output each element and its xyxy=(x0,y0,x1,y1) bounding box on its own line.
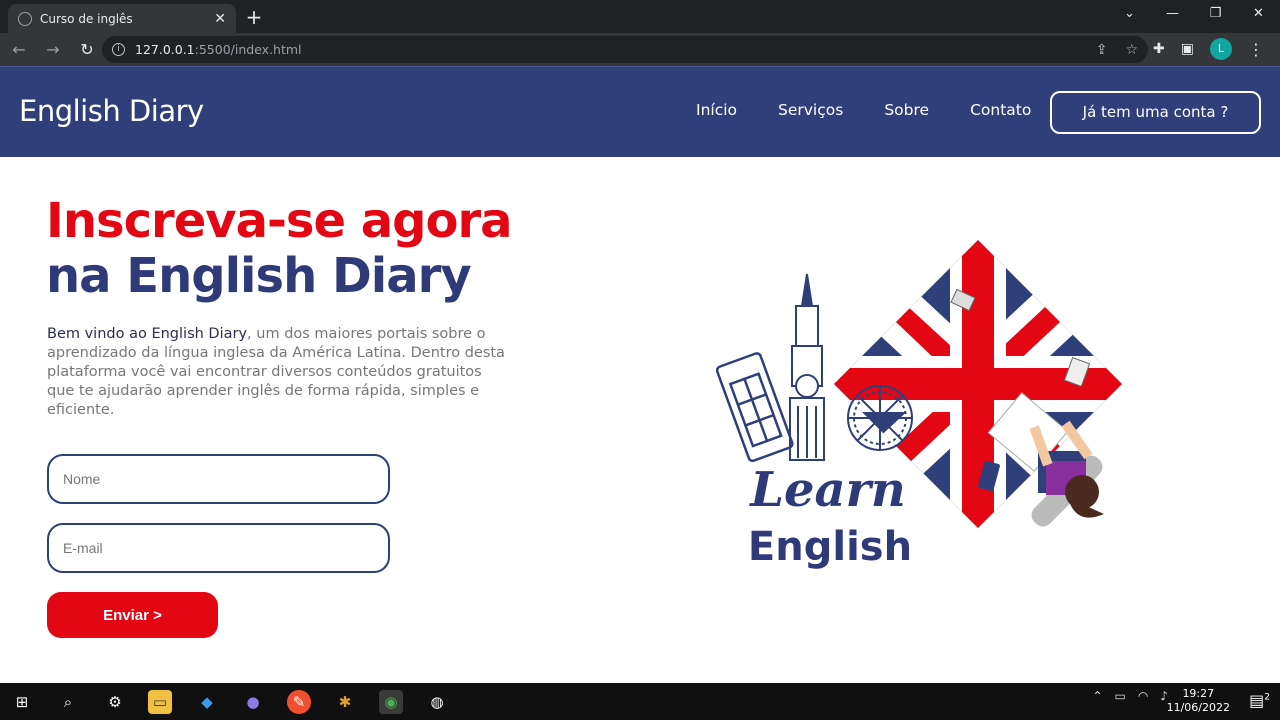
chevron-up-icon[interactable]: ⌃ xyxy=(1092,689,1102,703)
vscode-icon[interactable]: ◆ xyxy=(195,690,219,714)
browser-tab[interactable]: Curso de inglês ✕ xyxy=(8,4,236,33)
settings-icon[interactable]: ⚙ xyxy=(103,690,127,714)
windows-taskbar: ⊞ ⌕ ⚙ ▭ ◆ ● ✎ ✱ ◉ ◍ ⌃ ▭ ◠ ♪ 19:27 11/06/… xyxy=(0,683,1280,720)
recorder-icon[interactable]: ◍ xyxy=(425,690,449,714)
login-button[interactable]: Já tem uma conta ? xyxy=(1050,91,1261,134)
sidebar-icon[interactable]: ▣ xyxy=(1181,41,1194,57)
chrome-icon[interactable]: ◉ xyxy=(379,690,403,714)
clock-time: 19:27 xyxy=(1182,687,1215,700)
main-nav: Início Serviços Sobre Contato xyxy=(696,101,1031,119)
intro-paragraph: Bem vindo ao English Diary, um dos maior… xyxy=(47,325,507,420)
new-tab-button[interactable]: + xyxy=(244,5,264,29)
name-input[interactable] xyxy=(47,454,390,504)
star-icon[interactable]: ☆ xyxy=(1125,42,1138,58)
file-explorer-icon[interactable]: ▭ xyxy=(148,690,172,714)
search-icon[interactable]: ⌕ xyxy=(56,690,80,714)
globe-icon xyxy=(18,11,32,26)
system-tray: ⌃ ▭ ◠ ♪ xyxy=(1092,689,1168,703)
extensions-icon[interactable]: ✚ xyxy=(1153,41,1165,57)
app-icon[interactable]: ● xyxy=(241,690,265,714)
hero-title-line2: na English Diary xyxy=(46,248,472,304)
nav-inicio[interactable]: Início xyxy=(696,101,737,119)
nav-servicos[interactable]: Serviços xyxy=(778,101,843,119)
url-host: 127.0.0.1 xyxy=(135,42,195,57)
browser-toolbar: ← → ↻ i 127.0.0.1:5500/index.html ⇪ ☆ ✚ … xyxy=(0,33,1280,66)
notification-icon[interactable]: ▤2 xyxy=(1249,691,1270,710)
english-word: English xyxy=(748,524,912,570)
wifi-icon[interactable]: ◠ xyxy=(1138,689,1148,703)
nav-contato[interactable]: Contato xyxy=(970,101,1031,119)
url-path: :5500/index.html xyxy=(194,42,302,57)
taskbar-clock[interactable]: 19:27 11/06/2022 xyxy=(1167,687,1230,715)
phone-booth-icon xyxy=(716,352,794,463)
address-bar[interactable]: i 127.0.0.1:5500/index.html ⇪ ☆ xyxy=(102,36,1148,63)
menu-icon[interactable]: ⋮ xyxy=(1248,40,1264,59)
battery-icon[interactable]: ▭ xyxy=(1115,689,1126,703)
learn-english-illustration: Learn English xyxy=(716,240,1122,570)
big-ben-icon xyxy=(789,273,825,461)
close-tab-icon[interactable]: ✕ xyxy=(214,11,226,27)
windows-start-icon[interactable]: ⊞ xyxy=(10,690,34,714)
postman-icon[interactable]: ✎ xyxy=(287,690,311,714)
hero-title: Inscreva-se agora na English Diary xyxy=(46,193,513,304)
site-header: English Diary Início Serviços Sobre Cont… xyxy=(0,66,1280,157)
reload-button[interactable]: ↻ xyxy=(72,40,102,59)
profile-avatar[interactable]: L xyxy=(1210,38,1232,60)
site-logo[interactable]: English Diary xyxy=(19,94,204,128)
hero-title-line1: Inscreva-se agora xyxy=(46,193,513,249)
submit-button[interactable]: Enviar > xyxy=(47,592,218,638)
forward-button[interactable]: → xyxy=(38,40,68,59)
chevron-down-icon[interactable]: ⌄ xyxy=(1108,0,1151,30)
learn-word: Learn xyxy=(748,462,906,518)
slack-icon[interactable]: ✱ xyxy=(333,690,357,714)
minimize-button[interactable]: — xyxy=(1151,0,1194,30)
intro-strong: Bem vindo ao English Diary xyxy=(47,326,248,342)
restore-button[interactable]: ❐ xyxy=(1194,0,1237,30)
share-icon[interactable]: ⇪ xyxy=(1096,42,1108,58)
info-icon[interactable]: i xyxy=(112,43,125,56)
browser-tab-strip: Curso de inglês ✕ + ⌄ — ❐ ✕ xyxy=(0,0,1280,33)
email-input[interactable] xyxy=(47,523,390,573)
london-eye-icon xyxy=(847,385,913,451)
clock-date: 11/06/2022 xyxy=(1166,701,1230,714)
nav-sobre[interactable]: Sobre xyxy=(884,101,929,119)
tab-title: Curso de inglês xyxy=(40,11,133,26)
notification-count: 2 xyxy=(1264,692,1270,703)
close-window-button[interactable]: ✕ xyxy=(1237,0,1280,30)
window-controls: ⌄ — ❐ ✕ xyxy=(1108,0,1280,30)
back-button[interactable]: ← xyxy=(4,40,34,59)
